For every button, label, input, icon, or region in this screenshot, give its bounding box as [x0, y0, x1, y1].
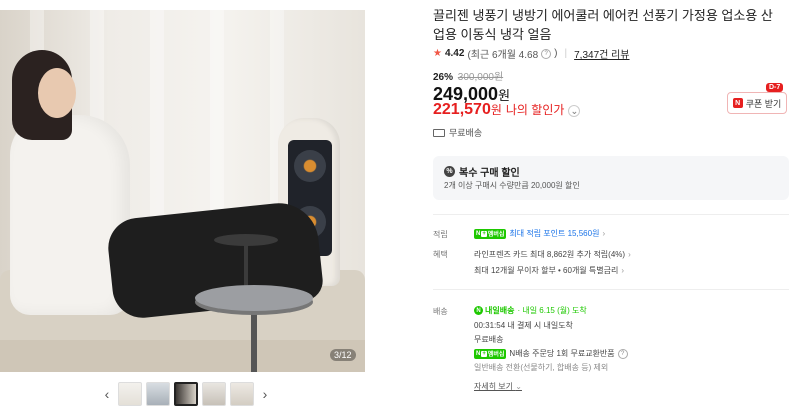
product-main-image[interactable] [0, 10, 365, 372]
divider [433, 289, 789, 290]
thumbnail[interactable] [118, 382, 142, 406]
delivery-eta: · 내일 6.15 (월) 도착 [517, 306, 587, 315]
product-title: 끌리젠 냉풍기 냉방기 에어쿨러 에어컨 선풍기 가정용 업소용 산업용 이동식… [433, 8, 773, 42]
my-discount-price[interactable]: 221,570 원 나의 할인가 ⌄ [433, 101, 581, 119]
naver-n-icon: N [474, 306, 483, 315]
chevron-right-icon[interactable]: › [628, 250, 631, 259]
image-counter: 3/12 [330, 349, 356, 361]
perk-card-text: 라인프렌즈 카드 최대 8,862원 추가 적립(4%) [474, 250, 626, 259]
coupon-dday-badge: D-7 [766, 83, 784, 92]
percent-icon: % [444, 166, 455, 177]
perks-label: 혜택 [433, 250, 448, 259]
tomorrow-delivery-badge: N 내일배송 [474, 305, 514, 316]
thumbnail-selected[interactable] [174, 382, 198, 406]
details-link[interactable]: 자세히 보기 ⌄ [474, 381, 522, 392]
bulk-discount-title: % 복수 구매 할인 [444, 164, 520, 179]
return-text: N배송 주문당 1회 무료교환반품 [509, 349, 615, 358]
truck-icon [433, 128, 445, 137]
chevron-down-icon[interactable]: ⌄ [568, 105, 581, 117]
perk-card-row[interactable]: 라인프렌즈 카드 최대 8,862원 추가 적립(4%) › [474, 249, 631, 260]
info-icon[interactable]: ? [541, 48, 552, 59]
delivery-exclusion: 일반배송 전환(선물하기, 합배송 등) 제외 [474, 363, 609, 372]
my-price-value: 221,570 [433, 101, 491, 118]
delivery-label: 배송 [433, 307, 448, 316]
next-thumb-button[interactable]: › [258, 386, 272, 402]
my-price-label: 나의 할인가 [505, 103, 565, 117]
chevron-down-icon: ⌄ [515, 382, 522, 391]
shipping-text: 무료배송 [449, 128, 483, 138]
divider: | [564, 48, 568, 59]
points-label: 적립 [433, 230, 448, 239]
bulk-discount-desc: 2개 이상 구매시 수량만큼 20,000원 할인 [444, 181, 580, 190]
rating-recent-close: ) [554, 48, 558, 59]
thumbnail[interactable] [146, 382, 170, 406]
discount-row: 26% 300,000원 [433, 68, 503, 83]
bulk-title-text: 복수 구매 할인 [459, 168, 520, 179]
thumbnail-strip: ‹ › [100, 381, 300, 407]
points-text: 최대 적립 포인트 15,560원 [509, 229, 600, 238]
thumbnail[interactable] [202, 382, 226, 406]
divider [433, 214, 789, 215]
star-icon: ★ [433, 48, 442, 59]
review-link[interactable]: 7,347건 리뷰 [574, 46, 629, 61]
thumbnail[interactable] [230, 382, 254, 406]
rating-row: ★ 4.42 (최근 6개월 4.68 ?) | 7,347건 리뷰 [433, 46, 630, 61]
discount-rate: 26% [433, 72, 454, 83]
naver-membership-badge: N + 멤버십 [474, 348, 507, 359]
my-price-unit: 원 [490, 103, 502, 117]
perk-installment-row[interactable]: 최대 12개월 무이자 할부 • 60개월 특별금리 › [474, 265, 624, 276]
shipping-row: 무료배송 [433, 126, 482, 139]
chevron-right-icon[interactable]: › [602, 229, 605, 238]
prev-thumb-button[interactable]: ‹ [100, 386, 114, 402]
return-row: N + 멤버십 N배송 주문당 1회 무료교환반품 ? [474, 348, 628, 359]
coupon-label: 쿠폰 받기 [745, 98, 782, 109]
rating-score: 4.42 [444, 48, 465, 59]
delivery-deadline: 00:31:54 내 결제 시 내일도착 [474, 321, 573, 330]
coupon-button[interactable]: N 쿠폰 받기 [727, 92, 787, 114]
rating-recent: (최근 6개월 4.68 [467, 50, 539, 61]
naver-n-icon: N [732, 98, 743, 108]
original-price: 300,000원 [457, 72, 504, 83]
chevron-right-icon[interactable]: › [621, 266, 624, 275]
delivery-free: 무료배송 [474, 335, 504, 344]
delivery-eta-row: N 내일배송 · 내일 6.15 (월) 도착 [474, 305, 587, 316]
info-icon[interactable]: ? [617, 348, 628, 359]
naver-membership-badge: N + 멤버십 [474, 228, 507, 239]
perk-installment-text: 최대 12개월 무이자 할부 • 60개월 특별금리 [474, 266, 619, 275]
points-row[interactable]: N + 멤버십 최대 적립 포인트 15,560원 › [474, 228, 605, 239]
